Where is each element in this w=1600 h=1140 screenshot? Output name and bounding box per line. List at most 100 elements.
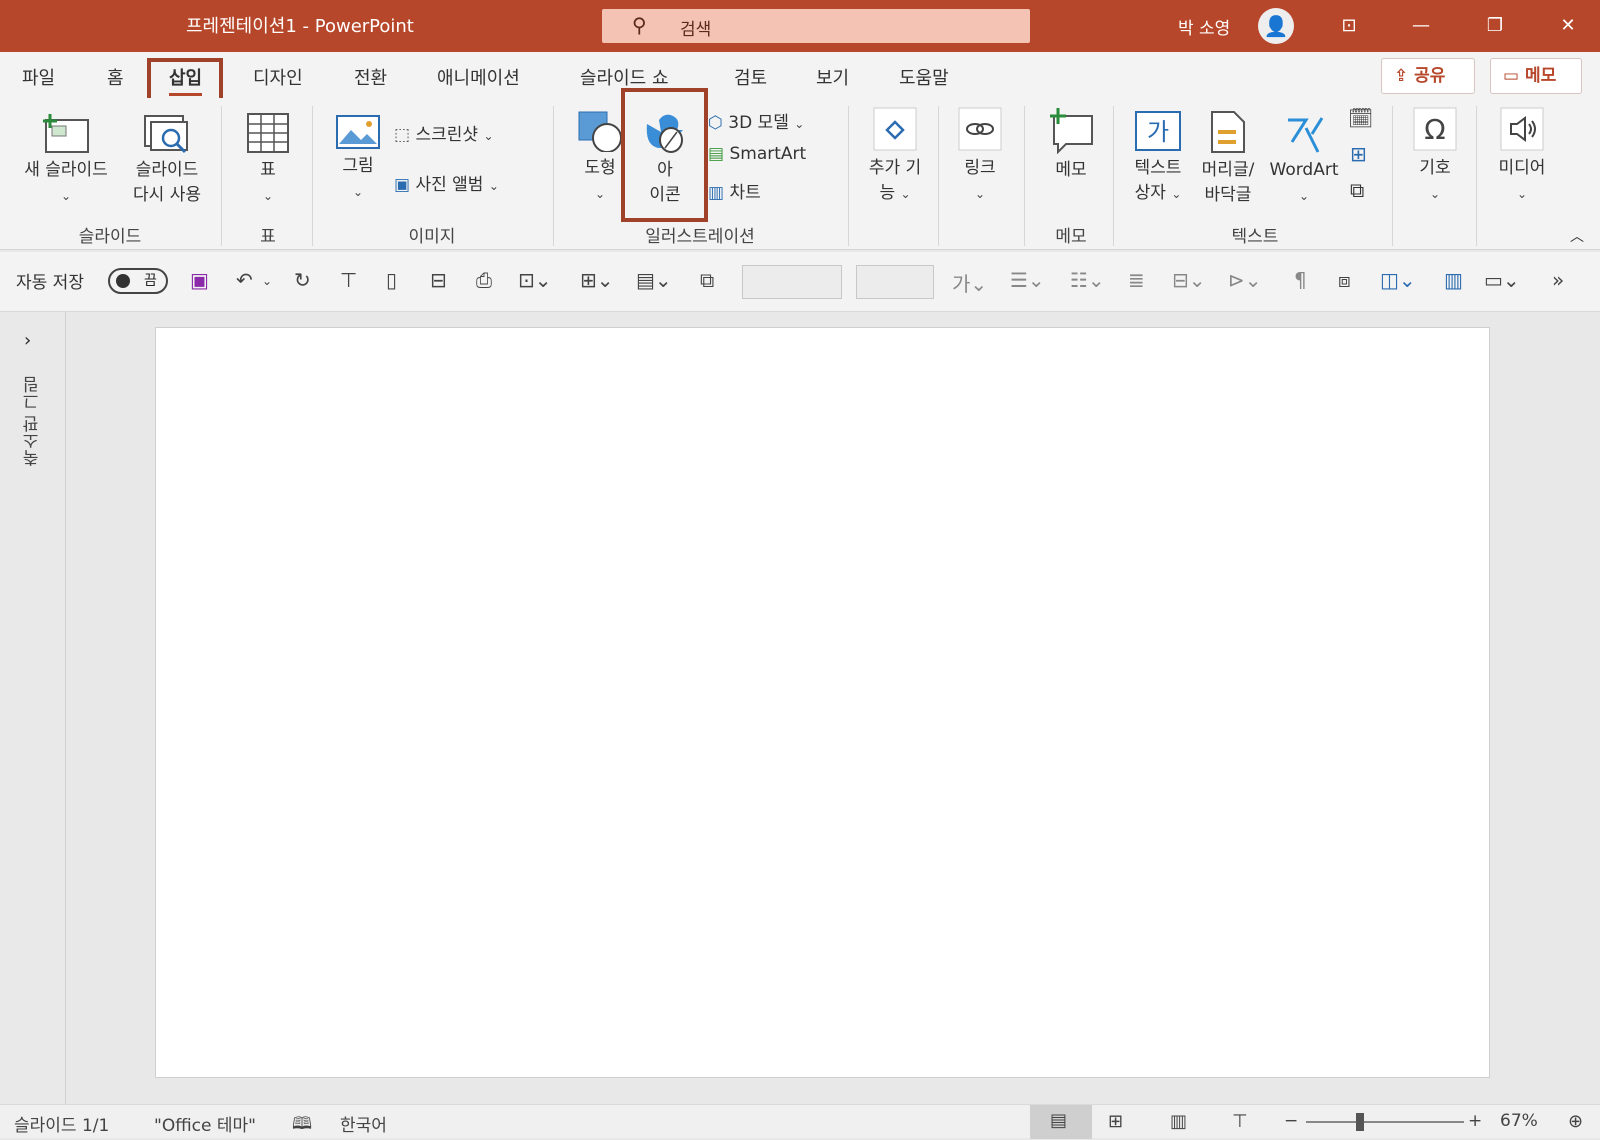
link-button[interactable]: 링크 ⌄ [952,106,1008,207]
redo-icon[interactable]: ↻ [294,268,311,292]
chevron-down-icon: ⌄ [974,187,986,201]
font-family-select[interactable] [742,265,842,299]
autosave-toggle[interactable]: 끔 [108,268,168,294]
picture-icon [336,115,380,149]
avatar[interactable]: 👤 [1258,8,1294,44]
date-time-icon[interactable]: 🗓 [1348,106,1373,130]
reuse-slides-button[interactable]: 슬라이드 다시 사용 [120,112,214,208]
header-footer-button[interactable]: 머리글/바닥글 [1194,110,1262,208]
autosave-label: 자동 저장 [16,273,84,293]
more-icon[interactable]: » [1552,268,1564,292]
video-icon[interactable]: ▭⌄ [1484,268,1520,292]
open-folder-icon[interactable]: ⊟ [430,268,447,292]
wordart-button[interactable]: WordArt ⌄ [1266,110,1342,209]
restore-icon[interactable]: ❐ [1472,10,1518,42]
new-slide-small-icon[interactable]: ⊞⌄ [580,268,614,292]
layout-icon[interactable]: ⊡⌄ [518,268,552,292]
tab-view[interactable]: 보기 [816,64,849,90]
zoom-slider-thumb[interactable] [1356,1113,1364,1131]
font-size-select[interactable] [856,265,934,299]
print-preview-icon[interactable]: ⎙ [476,268,492,292]
search-box[interactable]: ⚲ 검색 [602,9,1030,43]
shapes-small-icon[interactable]: ◫⌄ [1380,268,1416,292]
zoom-slider-track[interactable] [1306,1113,1464,1131]
text-direction-icon[interactable]: ⊳⌄ [1228,268,1262,292]
line-spacing-icon[interactable]: ≣ [1128,268,1145,292]
numbering-icon[interactable]: ☷⌄ [1070,268,1105,292]
fit-to-window-icon[interactable]: ⊕ [1568,1111,1583,1132]
smartart-icon: ▤ [708,144,730,164]
title-bar: 프레젠테이션1 - PowerPoint ⚲ 검색 박 소영 👤 ⊡ — ❐ ✕ [0,0,1600,52]
chevron-down-icon: ⌄ [594,187,606,201]
comments-button[interactable]: ▭ 메모 [1490,58,1582,94]
tab-design[interactable]: 디자인 [253,64,303,90]
slide-sorter-icon[interactable]: ⊞ [1108,1111,1123,1132]
close-icon[interactable]: ✕ [1545,10,1591,42]
quick-access-toolbar: 자동 저장 끔 ▣ ↶ ⌄ ↻ ⊤ ▯ ⊟ ⎙ ⊡⌄ ⊞⌄ ▤⌄ ⧉ 가⌄ ☰⌄… [0,252,1600,312]
ribbon-display-icon[interactable]: ⊡ [1326,10,1372,42]
chart-button[interactable]: ▥ 차트 [708,178,761,203]
comment-icon [1050,108,1093,154]
tab-file[interactable]: 파일 [22,64,55,90]
tab-animations[interactable]: 애니메이션 [437,64,520,90]
new-slide-button[interactable]: 새 슬라이드 ⌄ [14,112,118,209]
slide-number-icon[interactable]: ⊞ [1350,142,1367,166]
chevron-down-icon: ⌄ [794,117,805,131]
slideshow-view-icon[interactable]: ⊤ [1232,1111,1248,1132]
addins-button[interactable]: 추가 기능 ⌄ [858,106,932,207]
thumbnail-pane-label[interactable]: 축소판 그림 [20,376,45,466]
expand-pane-icon[interactable]: › [24,330,31,351]
reuse-slides-icon [144,115,188,154]
chevron-down-icon[interactable]: ⌄ [262,274,272,288]
accessibility-icon[interactable]: 🕮 [292,1111,312,1140]
language[interactable]: 한국어 [340,1111,387,1136]
normal-view-button[interactable]: ▤ [1030,1105,1092,1139]
symbols-button[interactable]: Ω 기호 ⌄ [1404,106,1466,207]
chart-small-icon[interactable]: ▥ [1444,268,1463,292]
insert-picture-icon[interactable]: ⧈ [1338,268,1351,292]
chevron-down-icon: ⌄ [900,187,911,201]
new-file-icon[interactable]: ▯ [386,268,397,292]
save-icon[interactable]: ▣ [190,268,209,292]
reading-view-icon[interactable]: ▥ [1170,1111,1187,1132]
paragraph-icon[interactable]: ¶ [1294,268,1307,292]
group-label-text: 텍스트 [1231,227,1279,247]
present-icon[interactable]: ⊤ [340,268,357,292]
tab-slideshow[interactable]: 슬라이드 쇼 [580,64,669,90]
share-icon: ⇪ [1394,66,1415,86]
tab-home[interactable]: 홈 [107,64,124,90]
tab-transitions[interactable]: 전환 [354,64,387,90]
tab-help[interactable]: 도움말 [899,64,949,90]
section-icon[interactable]: ▤⌄ [636,268,672,292]
minimize-icon[interactable]: — [1398,10,1444,42]
table-button[interactable]: 표 ⌄ [238,112,298,209]
share-button[interactable]: ⇪ 공유 [1381,58,1475,94]
bullets-icon[interactable]: ☰⌄ [1010,268,1045,292]
autosave-state: 끔 [144,273,157,289]
smartart-button[interactable]: ▤ SmartArt [708,144,806,164]
slide-canvas[interactable] [155,327,1490,1078]
textbox-label2: 상자 [1134,183,1166,203]
reset-icon[interactable]: ⧉ [700,268,714,292]
textbox-button[interactable]: 가 텍스트 상자 ⌄ [1128,110,1188,207]
theme-name: "Office 테마" [154,1116,256,1136]
font-color-icon[interactable]: 가⌄ [952,268,987,297]
align-text-icon[interactable]: ⊟⌄ [1172,268,1206,292]
user-name[interactable]: 박 소영 [1178,14,1230,39]
tab-review[interactable]: 검토 [734,64,767,90]
media-button[interactable]: 미디어 ⌄ [1488,106,1556,207]
zoom-in-icon[interactable]: + [1468,1111,1482,1131]
undo-icon[interactable]: ↶ [236,268,253,292]
picture-button[interactable]: 그림 ⌄ [330,114,386,205]
zoom-level[interactable]: 67% [1500,1111,1538,1131]
photo-album-button[interactable]: ▣ 사진 앨범 ⌄ [394,170,499,195]
screenshot-button[interactable]: ⬚ 스크린샷 ⌄ [394,120,494,145]
cube-icon: ⬡ [708,113,729,133]
collapse-ribbon-icon[interactable]: ︿ [1570,226,1584,246]
new-comment-button[interactable]: 메모 [1040,108,1102,183]
chevron-down-icon: ⌄ [483,129,494,143]
3d-models-button[interactable]: ⬡ 3D 모델 ⌄ [708,108,804,133]
zoom-out-icon[interactable]: − [1284,1111,1298,1131]
object-icon[interactable]: ⧉ [1350,178,1364,202]
shapes-button[interactable]: 도형 ⌄ [572,110,628,207]
